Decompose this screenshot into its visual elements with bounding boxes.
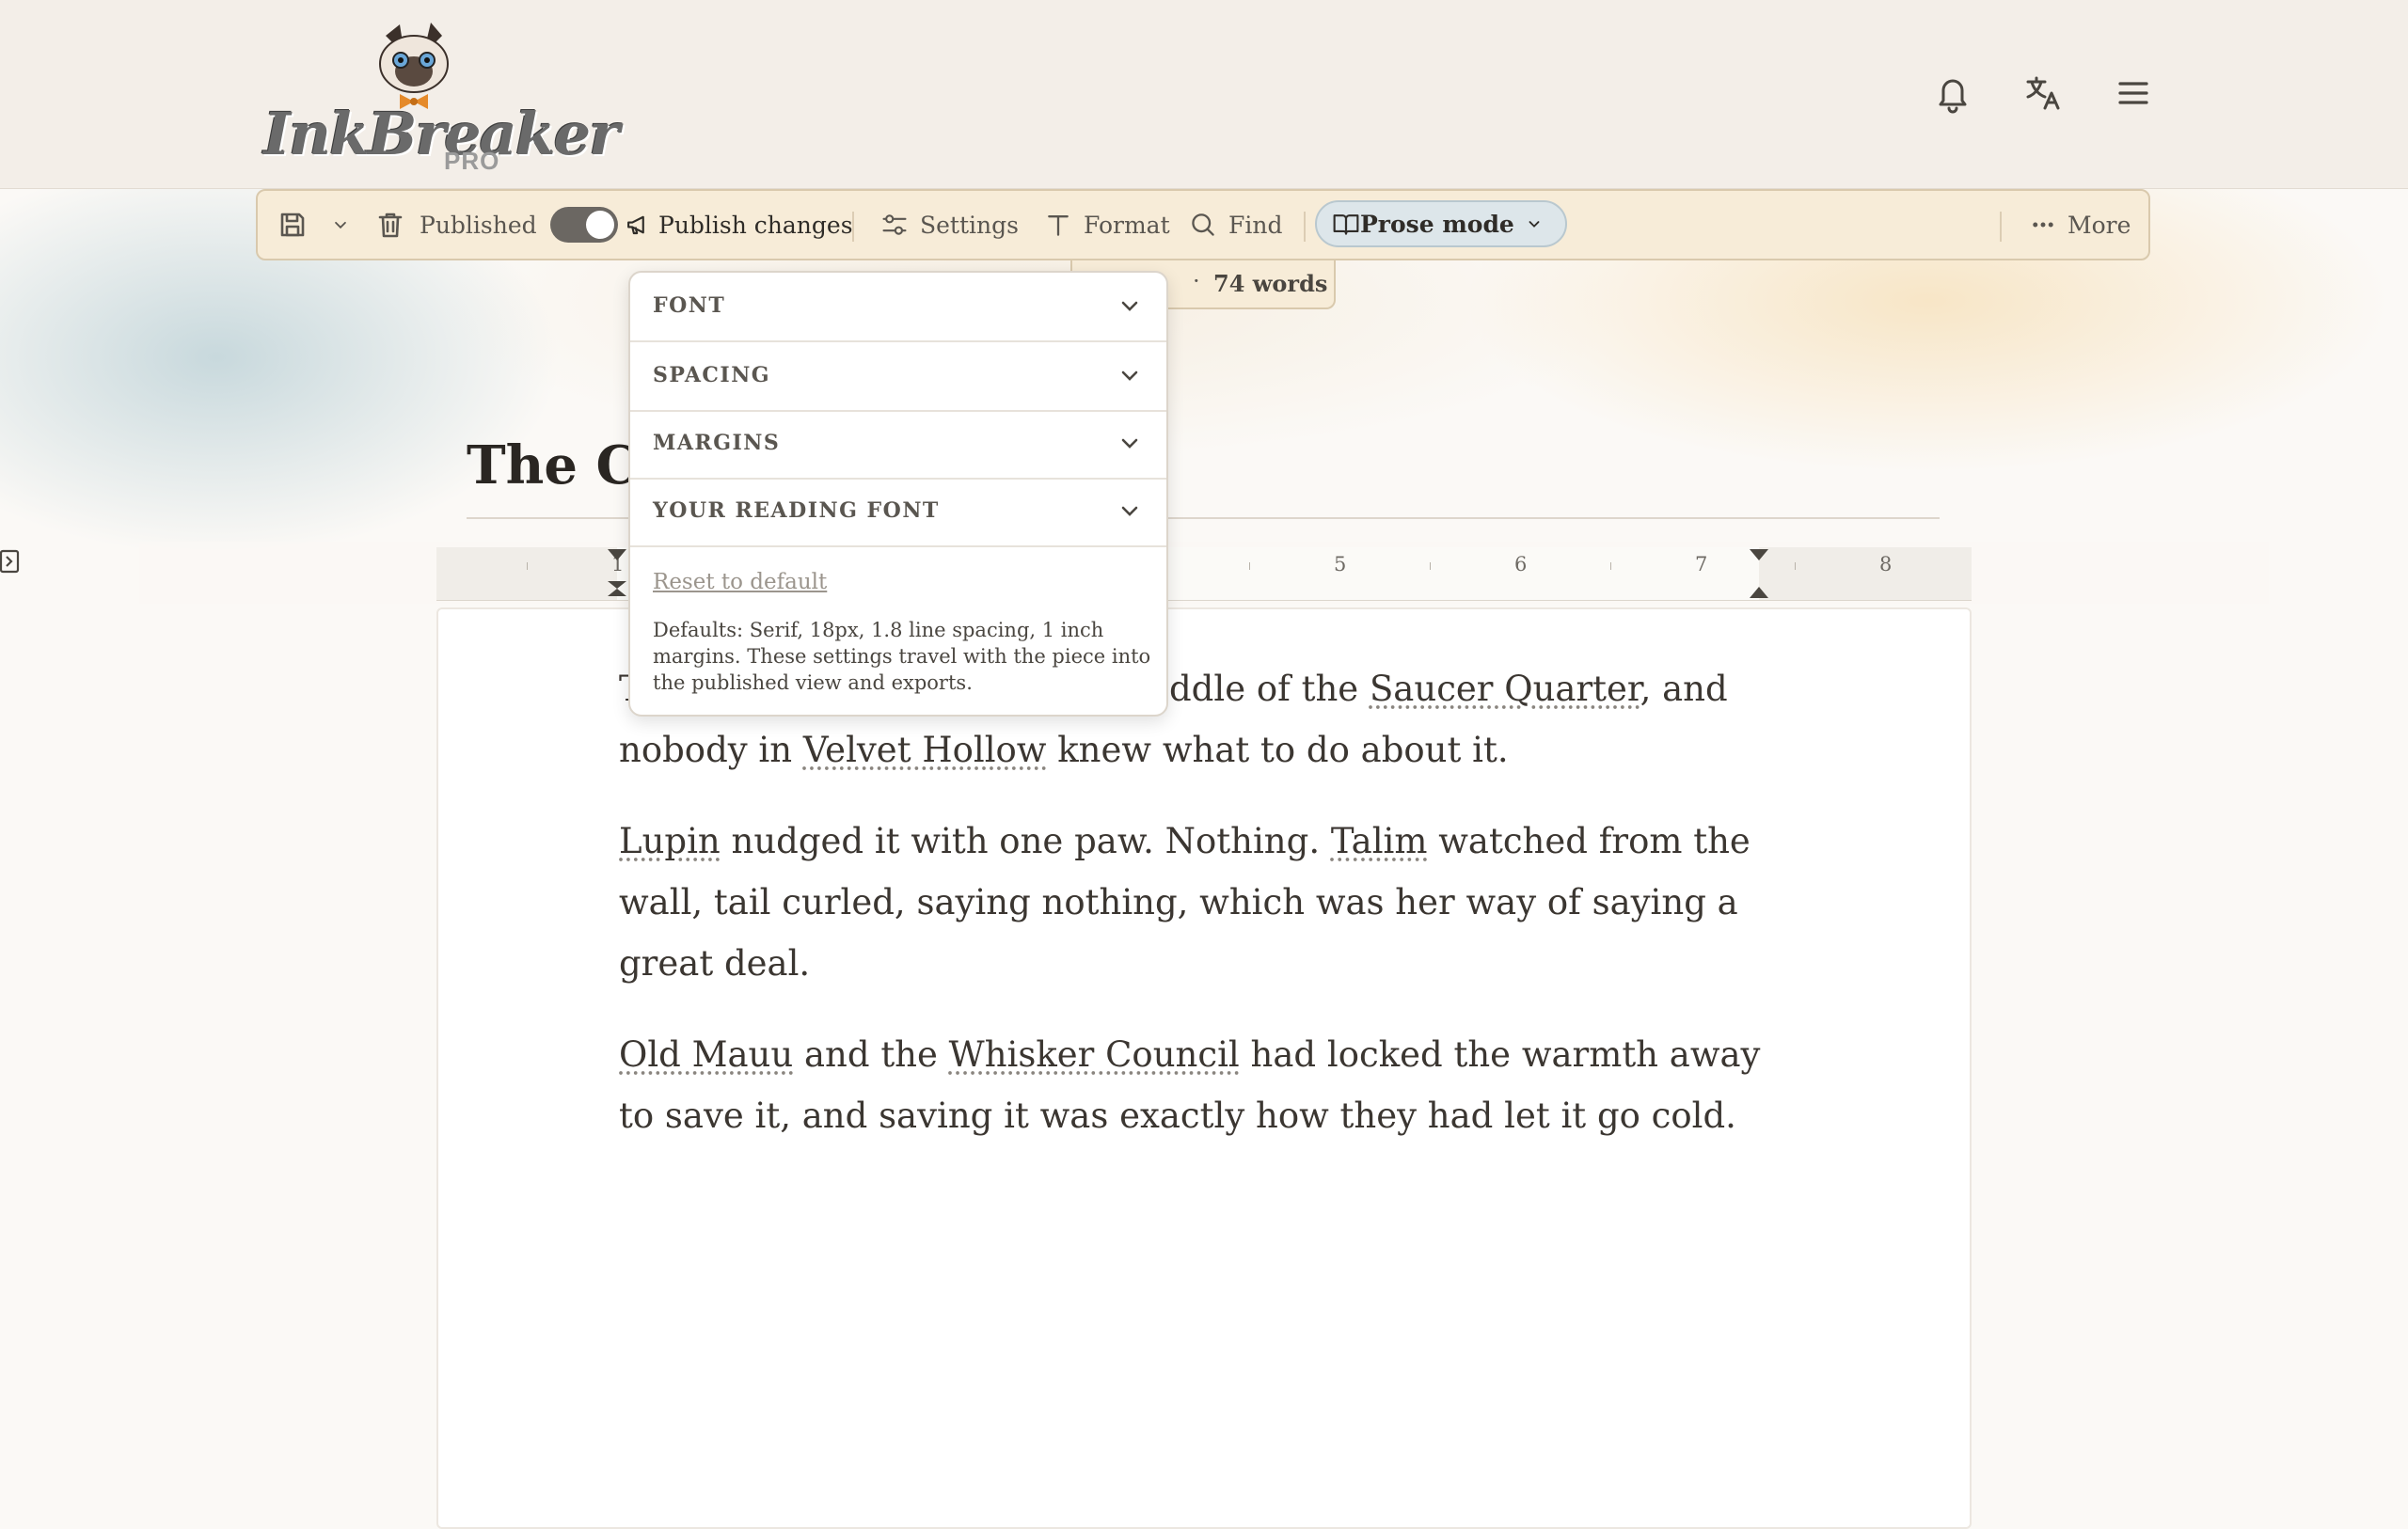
sidebar-expand-icon[interactable]: [0, 547, 21, 575]
hamburger-menu-icon[interactable]: [2111, 71, 2156, 116]
left-indent-marker[interactable]: [606, 579, 628, 600]
megaphone-icon: [627, 215, 644, 235]
save-icon: [280, 213, 305, 237]
place-link[interactable]: Saucer Quarter: [1370, 669, 1640, 709]
character-link[interactable]: Old Mauu: [619, 1034, 793, 1075]
find-button[interactable]: Find: [1189, 191, 1282, 259]
sliders-icon: [882, 214, 907, 235]
character-link[interactable]: Talim: [1331, 821, 1428, 861]
organization-link[interactable]: Whisker Council: [949, 1034, 1240, 1075]
prose-mode-button[interactable]: Prose mode: [1315, 200, 1567, 247]
ruler-number: 7: [1695, 553, 1708, 575]
text-format-icon: [1048, 215, 1069, 236]
format-button[interactable]: Format: [1044, 191, 1170, 259]
open-book-icon: [1333, 214, 1359, 235]
published-toggle-group: Published: [420, 191, 618, 259]
trash-icon: [378, 213, 403, 238]
character-link[interactable]: Lupin: [619, 821, 721, 861]
spacing-section[interactable]: SPACING: [630, 342, 1166, 412]
settings-button[interactable]: Settings: [880, 191, 1019, 259]
ruler-number: 8: [1879, 553, 1893, 575]
prose-settings-popover: FONT SPACING MARGINS YOUR READING FONT R…: [628, 271, 1168, 717]
search-icon: [1192, 213, 1214, 236]
chevron-down-icon: [335, 221, 346, 229]
font-section[interactable]: FONT: [630, 273, 1166, 342]
reset-to-default-link[interactable]: Reset to default: [653, 570, 827, 594]
published-label: Published: [420, 211, 537, 239]
place-link[interactable]: Velvet Hollow: [803, 730, 1047, 770]
defaults-description: Defaults: Serif, 18px, 1.8 line spacing,…: [653, 619, 1151, 694]
margins-section[interactable]: MARGINS: [630, 410, 1166, 480]
publish-changes-button[interactable]: Publish changes: [625, 191, 853, 259]
published-toggle[interactable]: [549, 207, 618, 243]
paragraph: Old Mauu and the Whisker Council had loc…: [619, 1034, 1761, 1136]
save-options-dropdown[interactable]: [329, 191, 352, 259]
save-button[interactable]: [277, 191, 309, 259]
logo-pro-badge: PRO: [444, 147, 500, 175]
reading-font-section[interactable]: YOUR READING FONT: [630, 478, 1166, 547]
bell-icon[interactable]: [1930, 71, 1975, 116]
delete-button[interactable]: [374, 191, 406, 259]
more-button[interactable]: More: [2030, 191, 2131, 259]
ruler-number: 6: [1514, 553, 1528, 575]
right-indent-marker[interactable]: [1748, 547, 1770, 600]
translate-icon[interactable]: [2020, 71, 2066, 116]
chevron-down-icon: [1529, 221, 1540, 228]
document-body[interactable]: Tddle of the Saucer Quarter, andnobody i…: [619, 658, 1785, 1176]
more-dots-icon: [2033, 222, 2053, 228]
paragraph: Lupin nudged it with one paw. Nothing. T…: [619, 821, 1751, 984]
chevron-down-icon: [1121, 370, 1138, 381]
app-logo[interactable]: InkBreaker PRO: [263, 17, 620, 177]
chevron-down-icon: [1121, 506, 1138, 516]
chevron-down-icon: [1121, 438, 1138, 449]
chevron-down-icon: [1121, 301, 1138, 311]
ruler-number: 5: [1334, 553, 1347, 575]
app-header: InkBreaker PRO: [0, 0, 2408, 189]
editor-toolbar: Published Publish changes Settings Forma…: [256, 189, 2150, 260]
word-count: 74 words: [1213, 270, 1328, 297]
logo-wordmark: InkBreaker: [263, 100, 620, 168]
